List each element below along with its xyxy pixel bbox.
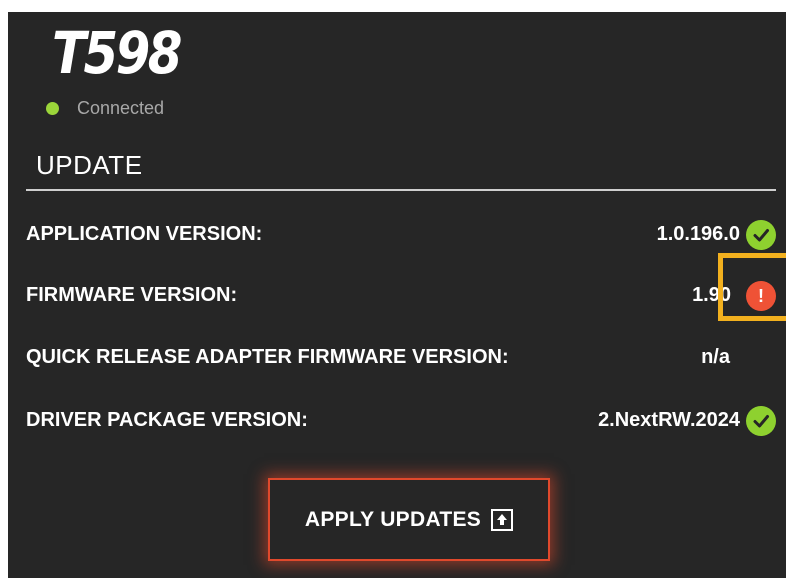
section-title: UPDATE xyxy=(36,150,143,180)
quick-release-adapter-value: n/a xyxy=(701,346,730,368)
status-dot-icon xyxy=(46,102,59,115)
upload-icon xyxy=(491,508,514,531)
driver-package-version-row: DRIVER PACKAGE VERSION: 2.NextRW.2024 xyxy=(26,400,786,440)
quick-release-adapter-label: QUICK RELEASE ADAPTER FIRMWARE VERSION: xyxy=(26,346,509,368)
driver-package-version-label: DRIVER PACKAGE VERSION: xyxy=(26,409,308,431)
application-version-label: APPLICATION VERSION: xyxy=(26,223,263,245)
quick-release-adapter-row: QUICK RELEASE ADAPTER FIRMWARE VERSION: … xyxy=(26,337,786,377)
driver-package-version-value: 2.NextRW.2024 xyxy=(598,409,740,431)
firmware-version-label: FIRMWARE VERSION: xyxy=(26,284,238,306)
connection-status: Connected xyxy=(46,98,164,119)
firmware-version-row: FIRMWARE VERSION: 1.90 ! xyxy=(26,275,786,315)
checkmark-circle-icon xyxy=(746,220,776,250)
application-version-value: 1.0.196.0 xyxy=(656,223,740,245)
checkmark-circle-icon xyxy=(746,406,776,436)
update-panel: T598 Connected UPDATE APPLICATION VERSIO… xyxy=(8,12,786,578)
firmware-warning-highlight xyxy=(718,253,786,321)
section-divider xyxy=(26,189,776,191)
status-text: Connected xyxy=(77,98,165,118)
apply-updates-label: APPLY UPDATES xyxy=(304,507,482,531)
application-version-row: APPLICATION VERSION: 1.0.196.0 xyxy=(26,214,786,254)
device-name: T598 xyxy=(52,19,182,87)
apply-updates-button[interactable]: APPLY UPDATES xyxy=(268,478,550,561)
